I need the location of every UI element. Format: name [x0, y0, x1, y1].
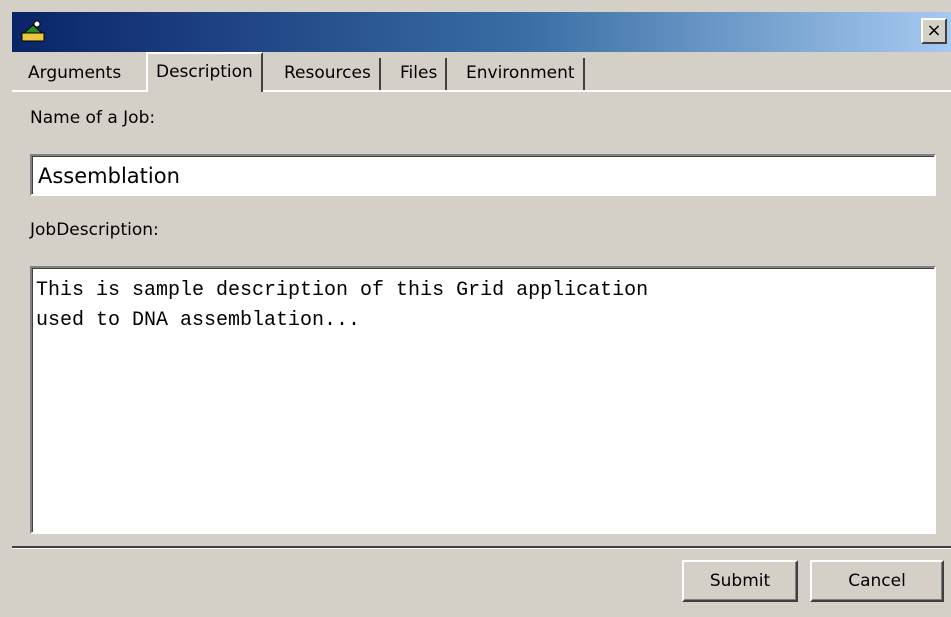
- tab-environment[interactable]: Environment: [458, 58, 585, 90]
- job-name-label: Name of a Job:: [30, 108, 156, 128]
- close-button[interactable]: ×: [921, 18, 947, 44]
- close-icon: ×: [926, 20, 942, 41]
- job-description-label: JobDescription:: [30, 220, 159, 240]
- tab-resources[interactable]: Resources: [276, 58, 381, 90]
- job-description-textarea[interactable]: This is sample description of this Grid …: [30, 266, 936, 534]
- title-bar[interactable]: ×: [12, 12, 951, 52]
- app-icon: [21, 20, 45, 42]
- job-name-input[interactable]: Assemblation: [30, 154, 936, 196]
- tab-files[interactable]: Files: [392, 58, 448, 90]
- submit-button[interactable]: Submit: [682, 560, 798, 602]
- tab-arguments[interactable]: Arguments: [20, 58, 129, 90]
- tab-strip: Arguments Description Resources Files En…: [12, 52, 951, 92]
- footer-separator-highlight: [12, 548, 951, 549]
- tab-description[interactable]: Description: [146, 52, 263, 92]
- cancel-button[interactable]: Cancel: [810, 560, 944, 602]
